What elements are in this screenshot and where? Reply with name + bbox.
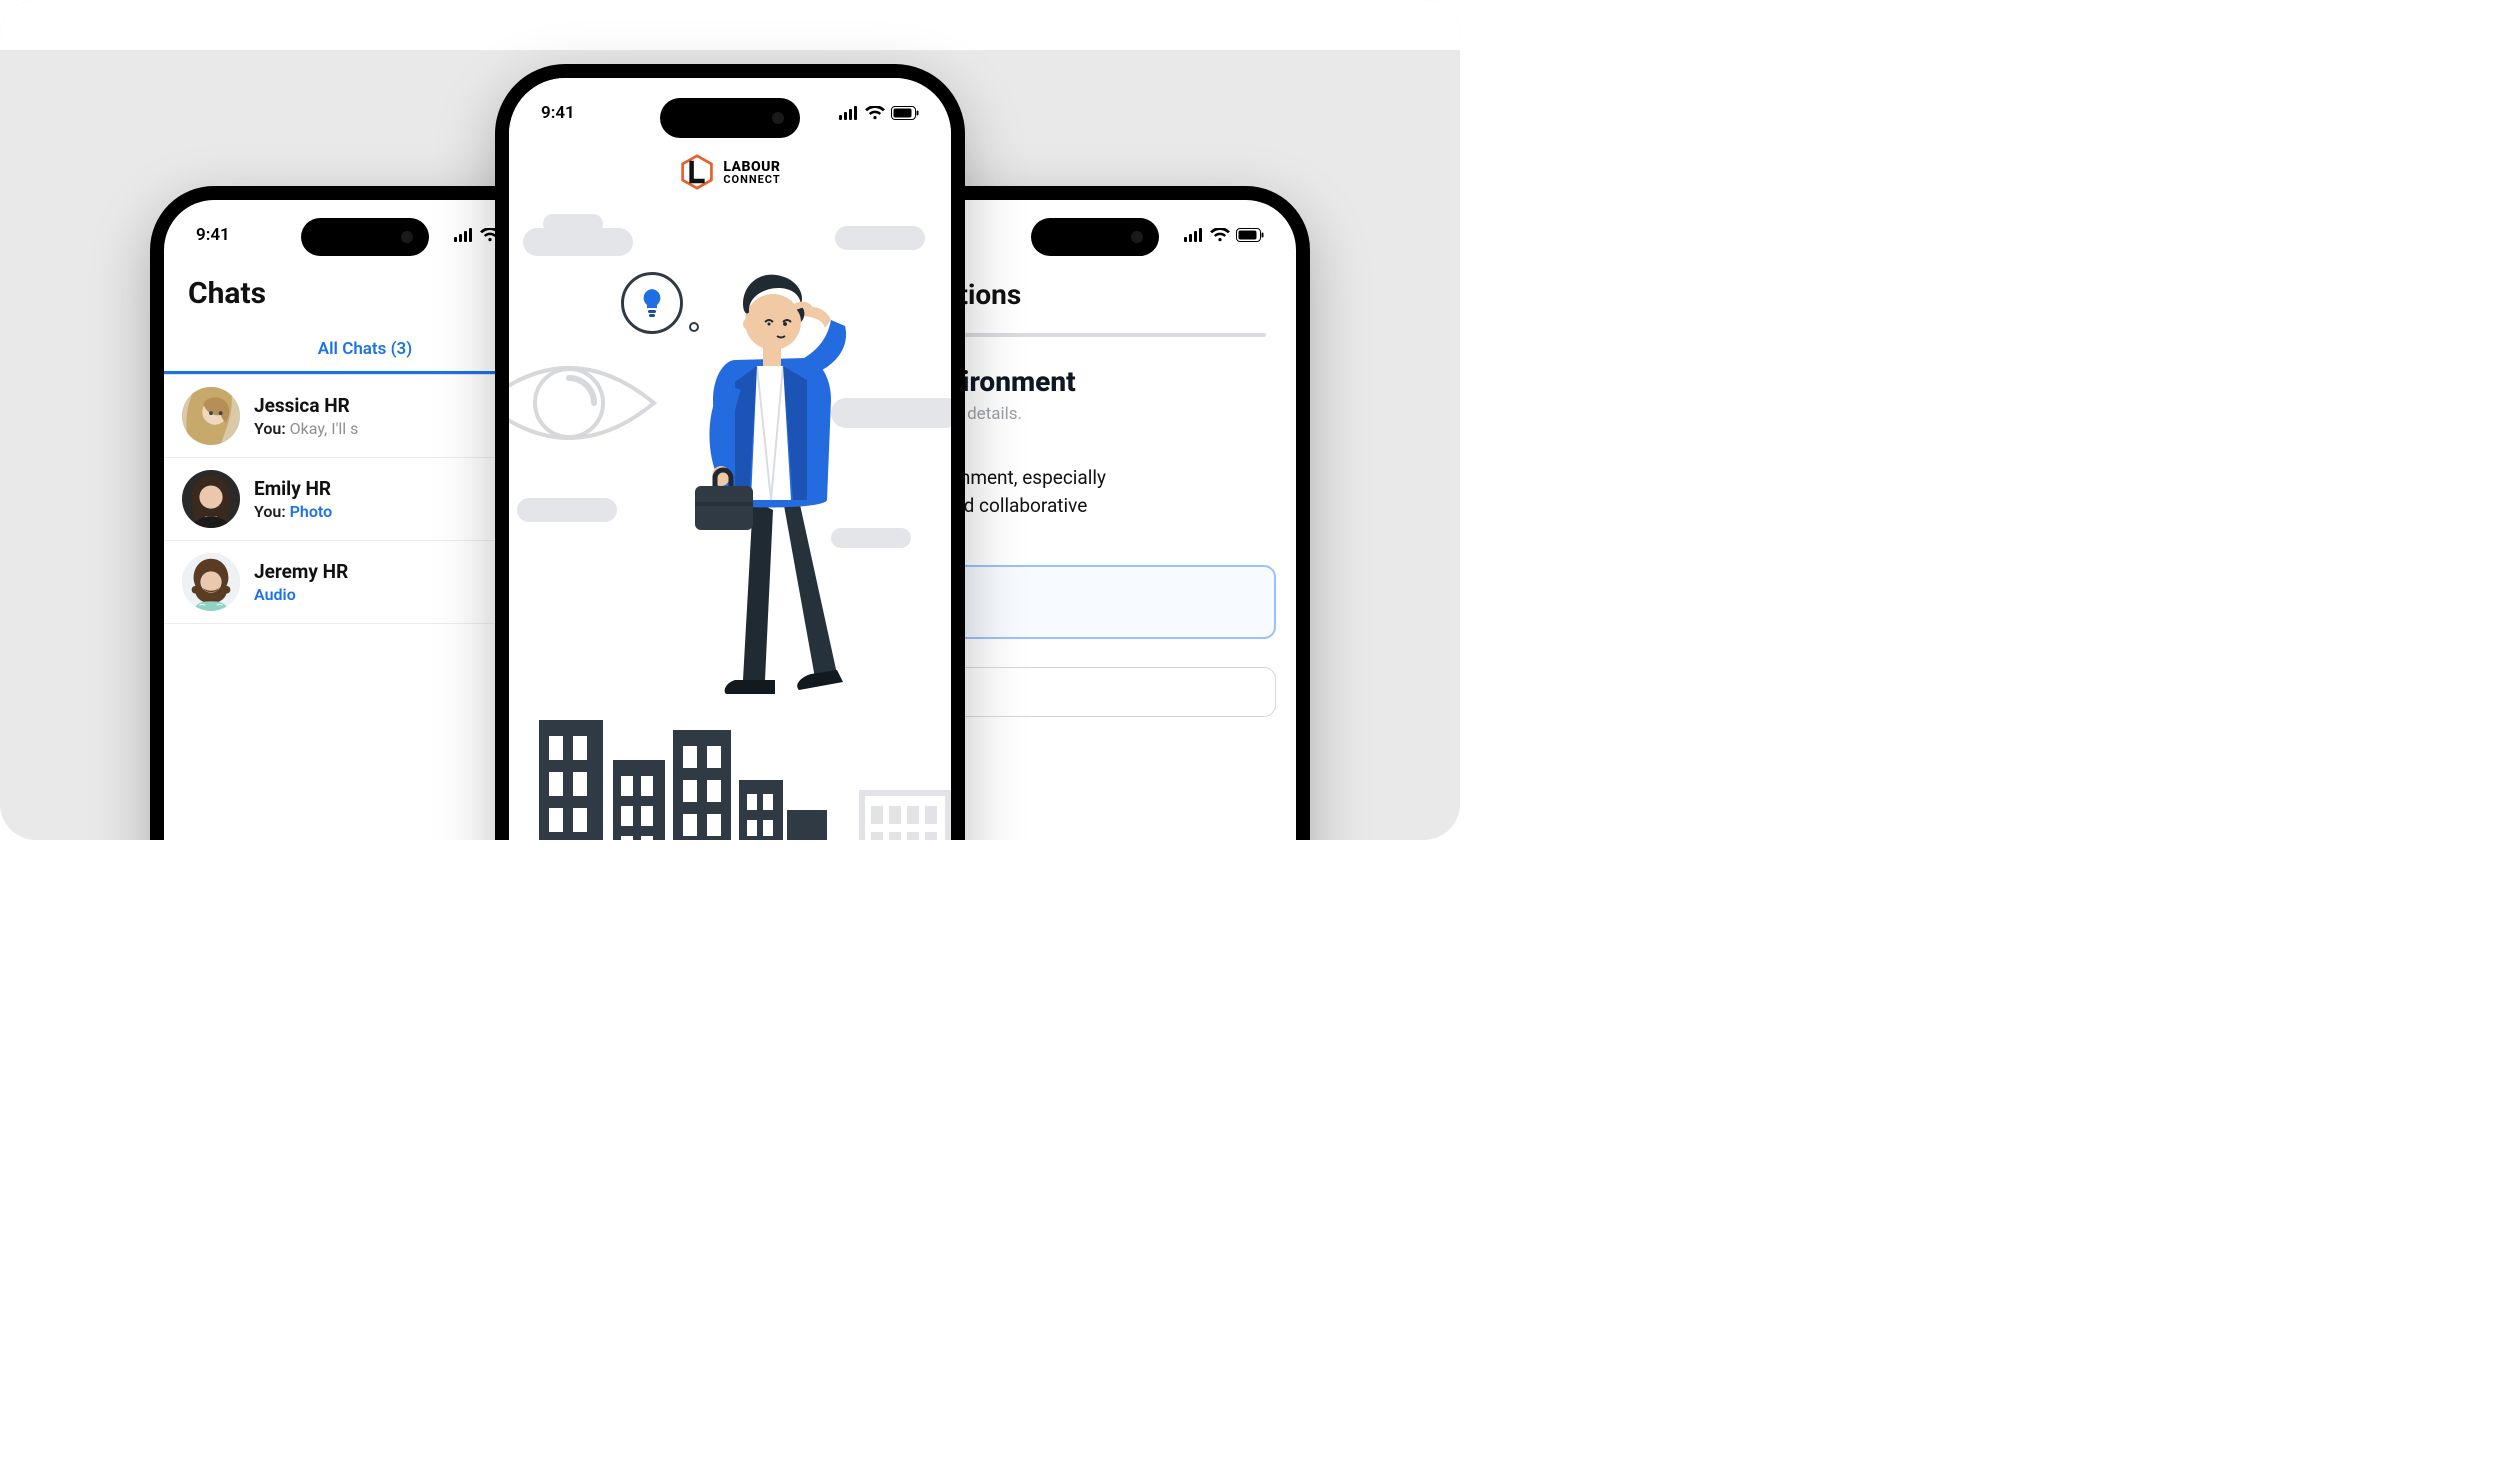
battery-icon [891,106,919,120]
status-time: 9:41 [541,103,575,123]
wifi-icon [1210,228,1230,242]
status-indicators [839,106,919,120]
status-indicators [1184,228,1264,242]
person-illustration-icon [665,250,875,710]
chat-name: Jessica HR [254,394,358,417]
labour-connect-logo-icon [679,154,715,190]
phone-mockup-splash: 9:41 LABOUR CONNECT [495,64,965,840]
avatar [182,553,240,611]
battery-icon [1236,228,1264,242]
brand-name-bottom: CONNECT [723,174,780,185]
chat-name: Jeremy HR [254,560,348,583]
chat-last-message: You: Okay, I'll s [254,419,358,438]
eye-icon [509,348,659,458]
wifi-icon [865,106,885,120]
dynamic-island [660,98,800,138]
dynamic-island [301,218,429,256]
showcase-canvas: 9:41 Chats All Chats (3) [0,0,1460,840]
status-time: 9:41 [196,225,230,245]
avatar [182,470,240,528]
signal-icon [1184,228,1204,242]
dynamic-island [1031,218,1159,256]
signal-icon [839,106,859,120]
cloud-icon [523,228,633,256]
splash-illustration [509,198,951,840]
chat-last-message: You: Photo [254,502,332,521]
chat-last-message: Audio [254,585,348,604]
chat-name: Emily HR [254,477,332,500]
app-brand: LABOUR CONNECT [509,154,951,190]
lightbulb-icon [637,288,667,318]
avatar [182,387,240,445]
signal-icon [454,228,474,242]
cloud-icon [835,226,925,250]
